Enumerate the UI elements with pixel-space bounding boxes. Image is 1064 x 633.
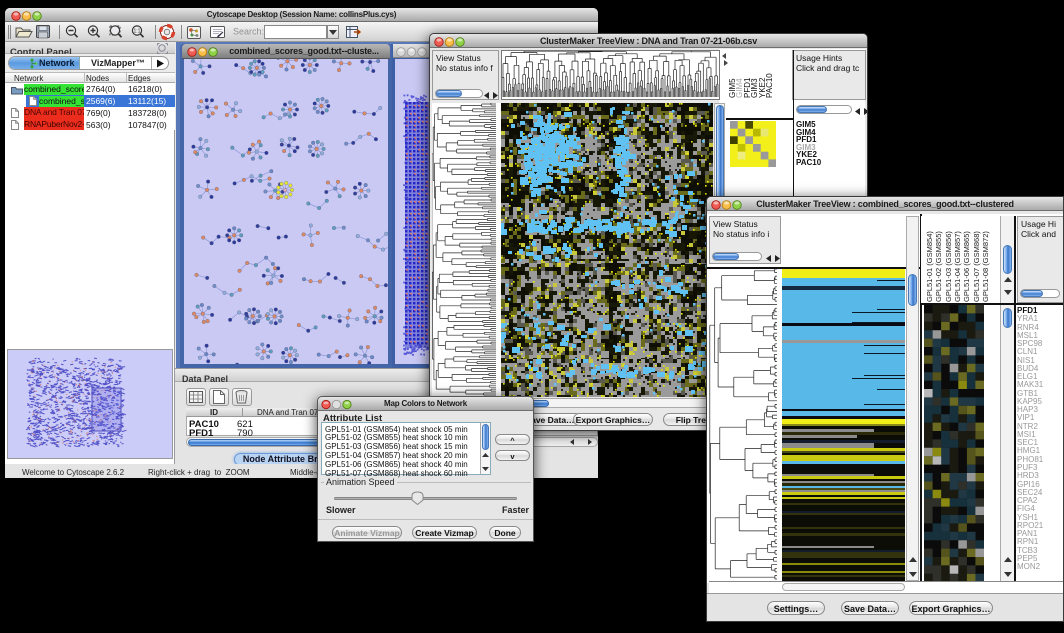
svg-text:1:1: 1:1 <box>134 29 141 35</box>
svg-text:Search:: Search: <box>233 27 264 37</box>
